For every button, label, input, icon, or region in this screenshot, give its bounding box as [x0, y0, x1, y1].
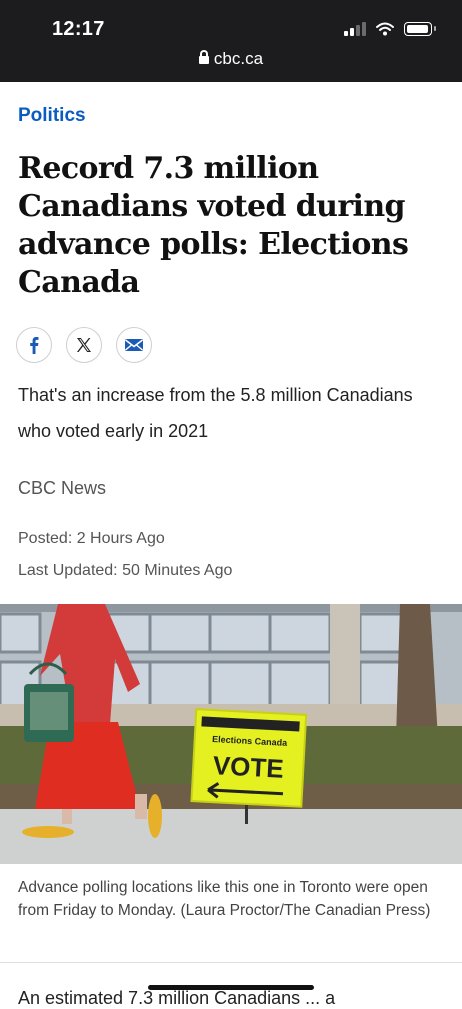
lock-icon: [198, 50, 209, 64]
byline: CBC News: [18, 478, 107, 498]
browser-top-bar: 12:17 cbc.ca: [0, 0, 462, 82]
x-icon: [77, 338, 91, 352]
photo-illustration: Elections Canada VOTE: [0, 604, 462, 864]
article-headline: Record 7.3 million Canadians voted durin…: [18, 151, 409, 300]
email-icon: [125, 339, 143, 351]
article-photo[interactable]: Elections Canada VOTE: [0, 604, 462, 864]
share-buttons: [16, 327, 152, 363]
sign-vote-text: VOTE: [212, 750, 284, 784]
address-bar[interactable]: cbc.ca: [0, 49, 462, 69]
photo-caption: Advance polling locations like this one …: [18, 879, 431, 919]
url-text: cbc.ca: [213, 49, 264, 68]
home-indicator[interactable]: [148, 985, 314, 990]
share-facebook-button[interactable]: [16, 327, 52, 363]
status-icons: [344, 22, 436, 36]
wifi-icon: [376, 22, 394, 36]
article-body-first-line: An estimated 7.3 million Canadians ... a: [18, 988, 336, 1008]
status-time: 12:17: [52, 18, 105, 40]
share-email-button[interactable]: [116, 327, 152, 363]
facebook-icon: [30, 337, 39, 354]
share-x-button[interactable]: [66, 327, 102, 363]
posted-time: Posted: 2 Hours Ago: [18, 530, 165, 547]
cellular-signal-icon: [344, 22, 366, 36]
divider: [0, 962, 462, 963]
updated-time: Last Updated: 50 Minutes Ago: [18, 562, 233, 579]
section-link[interactable]: Politics: [18, 105, 86, 127]
article-deck: That's an increase from the 5.8 million …: [18, 385, 413, 441]
battery-icon: [404, 22, 436, 36]
